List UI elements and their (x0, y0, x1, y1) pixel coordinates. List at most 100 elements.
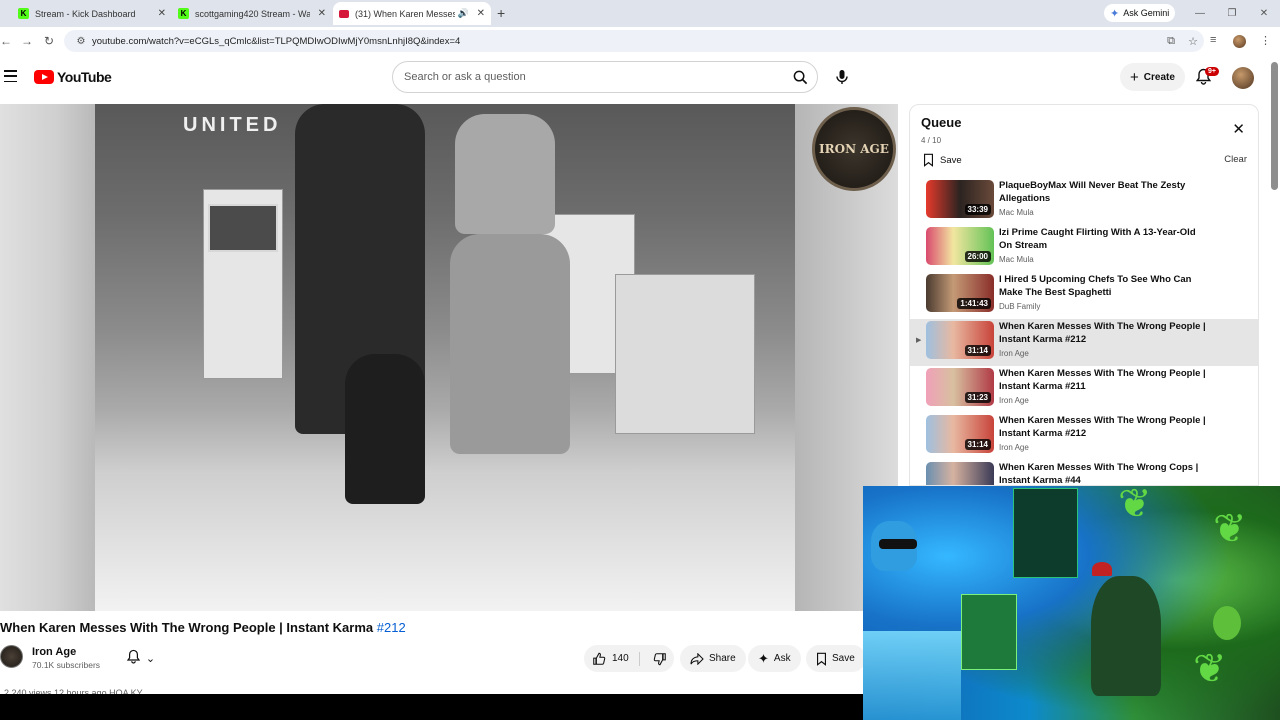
queue-item-channel: Mac Mula (999, 208, 1034, 217)
playlist-icon[interactable]: ≡ (1210, 34, 1216, 46)
video-thumbnail: 1:41:43 (926, 274, 994, 312)
ask-gemini-button[interactable]: ✦ Ask Gemini (1104, 4, 1176, 22)
dislike-button[interactable] (645, 652, 674, 666)
browser-tab-youtube[interactable]: (31) When Karen Messes Wi 🔊 ✕ (333, 2, 491, 25)
cam-poster (1013, 488, 1078, 578)
checkin-counter (615, 274, 755, 434)
taskbar-strip (0, 694, 864, 720)
video-thumbnail: 31:14 (926, 321, 994, 359)
page-scrollbar[interactable] (1271, 62, 1278, 190)
video-thumbnail: 26:00 (926, 227, 994, 265)
browser-menu-icon[interactable]: ⋮ (1260, 34, 1271, 47)
youtube-logo[interactable]: YouTube (34, 69, 112, 85)
close-tab-icon[interactable]: ✕ (477, 8, 485, 19)
queue-item[interactable]: 26:00 Izi Prime Caught Flirting With A 1… (910, 225, 1258, 272)
tab-title: scottgaming420 Stream - Watch (195, 8, 310, 19)
url-bar[interactable]: ⚙ youtube.com/watch?v=eCGLs_qCmlc&list=T… (64, 30, 1204, 52)
youtube-logo-text: YouTube (57, 69, 112, 85)
queue-item-channel: Iron Age (999, 349, 1029, 358)
search-input[interactable]: Search or ask a question (393, 71, 783, 83)
share-icon (690, 652, 704, 665)
video-thumbnail: 33:39 (926, 180, 994, 218)
queue-item-title: When Karen Messes With The Wrong People … (999, 415, 1206, 439)
search-box[interactable]: Search or ask a question (392, 61, 818, 93)
thumbs-down-icon (653, 652, 666, 665)
video-duration: 31:23 (964, 392, 991, 403)
video-thumbnail: 31:14 (926, 415, 994, 453)
ask-gemini-label: Ask Gemini (1123, 8, 1170, 18)
close-window-icon[interactable]: ✕ (1248, 8, 1280, 19)
browser-tab-scottgaming[interactable]: K scottgaming420 Stream - Watch ✕ (172, 2, 332, 25)
reload-icon[interactable]: ↻ (44, 34, 54, 48)
audio-playing-icon[interactable]: 🔊 (458, 8, 469, 19)
queue-item-current[interactable]: ▶ 31:14 When Karen Messes With The Wrong… (910, 319, 1258, 366)
queue-save-button[interactable]: Save (923, 153, 962, 167)
thumbs-up-icon (593, 652, 606, 665)
browser-tab-kick-dashboard[interactable]: K Stream - Kick Dashboard ✕ (12, 2, 172, 25)
site-info-icon[interactable]: ⚙ (70, 36, 92, 47)
queue-save-label: Save (940, 154, 962, 166)
browser-profile-avatar[interactable] (1233, 35, 1246, 48)
queue-clear-button[interactable]: Clear (1224, 154, 1247, 165)
ask-button[interactable]: ✦ Ask (748, 645, 801, 672)
like-button[interactable]: 140 (584, 651, 640, 666)
microphone-icon[interactable] (828, 63, 856, 91)
forward-icon[interactable]: → (21, 34, 33, 48)
save-to-playlist-button[interactable]: Save (806, 645, 866, 672)
video-title-text: When Karen Messes With The Wrong People … (0, 620, 374, 635)
menu-icon[interactable] (4, 70, 17, 82)
video-frame-left (0, 104, 95, 611)
account-avatar[interactable] (1232, 67, 1254, 89)
bookmark-icon (923, 153, 934, 167)
queue-item[interactable]: 1:41:43 I Hired 5 Upcoming Chefs To See … (910, 272, 1258, 319)
maximize-icon[interactable]: ❐ (1216, 8, 1248, 19)
bookmark-icon (816, 652, 827, 666)
close-tab-icon[interactable]: ✕ (318, 8, 326, 19)
video-player[interactable]: UNITED IRON AGE (0, 104, 898, 611)
queue-item[interactable]: 31:14 When Karen Messes With The Wrong P… (910, 413, 1258, 460)
share-label: Share (709, 653, 736, 664)
video-frame: UNITED (95, 104, 795, 611)
person-shirt (455, 114, 555, 234)
kick-icon: K (178, 8, 189, 19)
queue-item-title: PlaqueBoyMax Will Never Beat The Zesty A… (999, 180, 1186, 204)
like-count: 140 (612, 653, 629, 664)
person-trousers (450, 234, 570, 454)
channel-avatar[interactable] (0, 645, 23, 668)
queue-item-channel: Iron Age (999, 443, 1029, 452)
queue-item[interactable]: When Karen Messes With The Wrong Cops | … (910, 460, 1258, 486)
queue-item-title: Izi Prime Caught Flirting With A 13-Year… (999, 227, 1196, 251)
queue-item-channel: Mac Mula (999, 255, 1034, 264)
video-thumbnail: 31:23 (926, 368, 994, 406)
cam-figure (1091, 576, 1161, 696)
share-button[interactable]: Share (680, 645, 746, 672)
bell-icon (126, 649, 141, 667)
window-controls: — ❐ ✕ (1184, 0, 1280, 27)
youtube-icon (339, 9, 349, 18)
close-queue-icon[interactable]: ✕ (1232, 120, 1245, 138)
back-icon[interactable]: ← (0, 34, 12, 48)
close-tab-icon[interactable]: ✕ (158, 8, 166, 19)
new-tab-icon[interactable]: + (497, 5, 505, 21)
queue-item[interactable]: 31:23 When Karen Messes With The Wrong P… (910, 366, 1258, 413)
install-app-icon[interactable]: ⧉ (1160, 35, 1182, 48)
like-dislike-group: 140 (584, 645, 674, 672)
person-legs (345, 354, 425, 504)
channel-name[interactable]: Iron Age (32, 646, 76, 658)
minimize-icon[interactable]: — (1184, 8, 1216, 19)
bookmark-star-icon[interactable]: ☆ (1182, 35, 1204, 48)
now-playing-icon: ▶ (916, 337, 922, 344)
create-button[interactable]: + Create (1120, 63, 1185, 91)
iron-age-logo-text: IRON AGE (819, 142, 889, 156)
tab-title: Stream - Kick Dashboard (35, 8, 136, 19)
cam-leaf-decor: ❦ (1118, 486, 1152, 526)
cam-poster (961, 594, 1017, 670)
video-hashtag[interactable]: #212 (377, 620, 406, 635)
search-icon[interactable] (783, 70, 817, 85)
queue-item[interactable]: 33:39 PlaqueBoyMax Will Never Beat The Z… (910, 178, 1258, 225)
queue-item-title: When Karen Messes With The Wrong Cops | … (999, 462, 1199, 486)
cam-sunglasses (879, 539, 917, 549)
video-duration: 31:14 (964, 345, 991, 356)
subscription-bell-button[interactable]: ⌄ (116, 645, 166, 671)
tab-title: (31) When Karen Messes Wi (355, 8, 455, 19)
